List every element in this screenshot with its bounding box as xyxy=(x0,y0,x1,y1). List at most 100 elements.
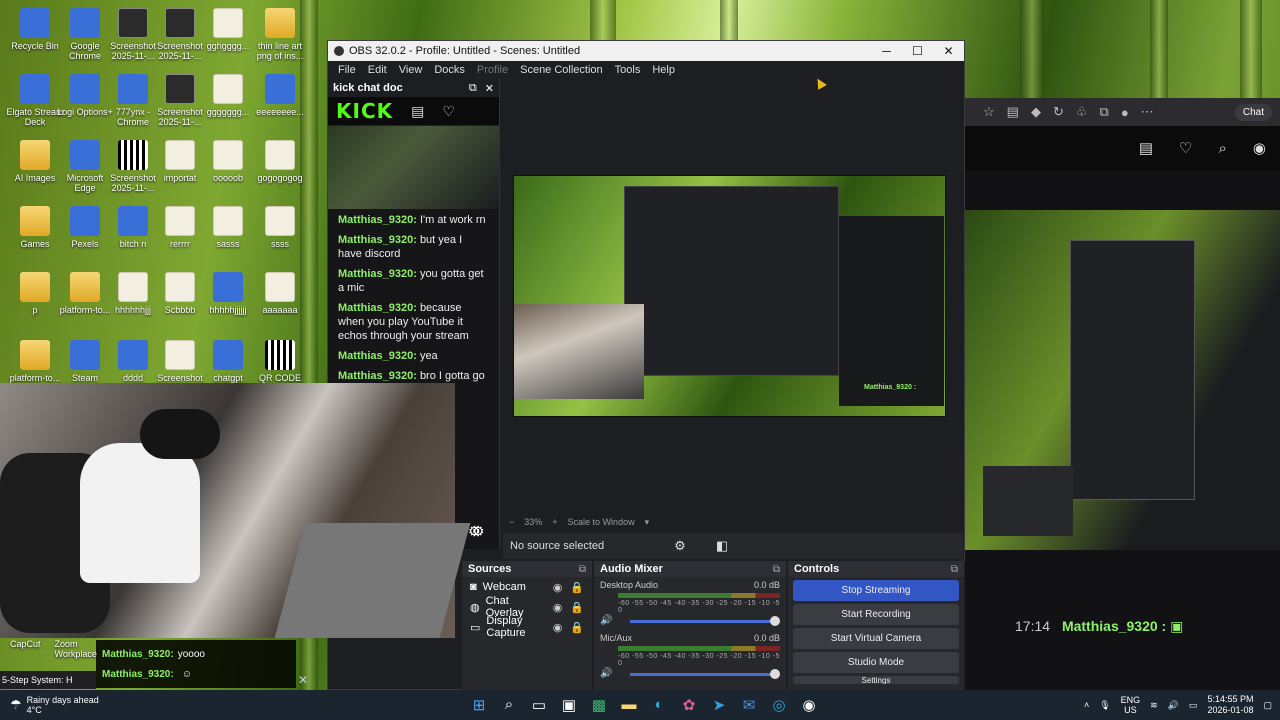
favorites-icon[interactable]: ♧ xyxy=(1076,104,1088,120)
beanie xyxy=(140,409,220,459)
minimize-icon[interactable]: ─ xyxy=(871,44,902,58)
maximize-icon[interactable]: ☐ xyxy=(902,44,933,58)
desktop-icon[interactable]: ooooob xyxy=(198,140,258,183)
obs-titlebar[interactable]: OBS 32.0.2 - Profile: Untitled - Scenes:… xyxy=(328,41,964,61)
copilot-chat-button[interactable]: Chat xyxy=(1234,103,1272,121)
lock-icon[interactable]: 🔒 xyxy=(570,601,584,614)
source-item[interactable]: ▭ Display Capture ◉ 🔒 xyxy=(462,615,592,639)
desktop-icon[interactable]: chatgpt xyxy=(198,340,258,383)
file-explorer-icon[interactable]: ▬ xyxy=(620,696,638,714)
preview-nested-obs xyxy=(624,186,839,376)
battery-icon[interactable]: ▭ xyxy=(1189,700,1198,711)
desktop-icon[interactable]: sasss xyxy=(198,206,258,249)
copilot-icon[interactable]: ✿ xyxy=(680,696,698,714)
desktop-icon[interactable]: gogogogog xyxy=(250,140,310,183)
popout-icon[interactable]: ▤ xyxy=(1139,139,1153,157)
popout-icon[interactable]: ▤ xyxy=(411,103,424,120)
pexels-icon[interactable]: ▩ xyxy=(590,696,608,714)
store-icon[interactable]: ▣ xyxy=(560,696,578,714)
chevron-up-icon[interactable]: ˄ xyxy=(1084,700,1089,710)
profile-avatar[interactable]: ● xyxy=(1121,105,1129,120)
notification-icon[interactable]: ▢ xyxy=(1263,700,1272,711)
volume-slider[interactable] xyxy=(630,669,780,679)
menu-docks[interactable]: Docks xyxy=(434,64,465,76)
scale-bar: − 33% + Scale to Window ▾ xyxy=(503,513,953,531)
collections-icon[interactable]: ⧉ xyxy=(1100,104,1109,120)
wifi-icon[interactable]: ≋ xyxy=(1150,700,1158,711)
heart-icon[interactable]: ♡ xyxy=(442,103,455,120)
undock-icon[interactable]: ⧉ xyxy=(579,564,586,575)
menu-scene-collection[interactable]: Scene Collection xyxy=(520,64,603,76)
scale-mode[interactable]: Scale to Window xyxy=(568,517,635,527)
clock[interactable]: 5:14:55 PM 2026-01-08 xyxy=(1207,694,1253,716)
gear-icon[interactable]: ⚙ xyxy=(674,538,686,554)
zoom-icon[interactable]: Zoom Workplace xyxy=(55,639,97,669)
studio-mode-button[interactable]: Studio Mode xyxy=(793,652,959,673)
menu-tools[interactable]: Tools xyxy=(615,64,641,76)
start-icon[interactable]: ⊞ xyxy=(470,696,488,714)
mic-icon[interactable]: 🎙 xyxy=(1099,700,1110,711)
search-icon[interactable]: ⌕ xyxy=(1219,140,1227,157)
volume-icon[interactable]: 🔊 xyxy=(600,615,612,626)
obs-preview[interactable]: Matthias_9320 : xyxy=(513,175,946,417)
desktop-icon[interactable]: ggggggg... xyxy=(198,74,258,117)
desktop-icon[interactable]: eeeeeeee... xyxy=(250,74,310,117)
browser-tab[interactable]: 5-Step System: H xyxy=(0,671,96,689)
source-item[interactable]: ◙ Webcam ◉ 🔒 xyxy=(462,577,592,597)
more-icon[interactable]: ⋯ xyxy=(1141,104,1154,120)
app-icon xyxy=(118,74,148,104)
source-item[interactable]: ◍ Chat Overlay ◉ 🔒 xyxy=(462,595,592,619)
menu-edit[interactable]: Edit xyxy=(368,64,387,76)
menu-view[interactable]: View xyxy=(399,64,423,76)
zoom-in-button[interactable]: + xyxy=(552,517,557,527)
close-icon[interactable]: ✕ xyxy=(298,673,308,687)
eye-icon[interactable]: ◉ xyxy=(553,621,563,634)
lock-icon[interactable]: 🔒 xyxy=(570,621,584,634)
close-icon[interactable]: ✕ xyxy=(933,44,964,58)
volume-icon[interactable]: 🔊 xyxy=(600,668,612,679)
outlook-icon[interactable]: ✉ xyxy=(740,696,758,714)
volume-icon[interactable]: 🔊 xyxy=(1168,700,1179,711)
task-view-icon[interactable]: ▭ xyxy=(530,696,548,714)
shield-icon[interactable]: ◆ xyxy=(1031,104,1041,120)
desktop-icon[interactable]: thin line art png of ins... xyxy=(250,8,310,61)
desktop-icon[interactable]: hhhhhjjjjjj xyxy=(198,272,258,315)
chevron-down-icon[interactable]: ▾ xyxy=(645,517,650,528)
star-icon[interactable]: ☆ xyxy=(983,104,995,120)
eye-icon[interactable]: ◉ xyxy=(553,601,563,614)
lock-icon[interactable]: 🔒 xyxy=(570,581,584,594)
desktop-icon[interactable]: aaaaaaa xyxy=(250,272,310,315)
capcut-icon[interactable]: CapCut xyxy=(10,639,41,669)
stop-streaming-button[interactable]: Stop Streaming xyxy=(793,580,959,601)
steam-icon[interactable]: ◎ xyxy=(770,696,788,714)
desktop-icon[interactable]: gghgggg... xyxy=(198,8,258,51)
obs-icon[interactable]: ◉ xyxy=(800,696,818,714)
eye-icon[interactable]: ◉ xyxy=(553,581,563,594)
settings-button[interactable]: Settings xyxy=(793,676,959,684)
menu-profile[interactable]: Profile xyxy=(477,64,508,76)
telegram-icon[interactable]: ➤ xyxy=(710,696,728,714)
dock-gear-icon[interactable]: ⚙ xyxy=(472,523,485,540)
edge-icon[interactable]: ◐ xyxy=(650,696,668,714)
dock-close-icon[interactable]: ✕ xyxy=(485,82,494,95)
lang[interactable]: ENG xyxy=(1121,695,1141,705)
weather-widget[interactable]: ☂ Rainy days ahead 4°C xyxy=(0,695,130,715)
undock-icon[interactable]: ⧉ xyxy=(951,564,958,575)
menu-file[interactable]: File xyxy=(338,64,356,76)
start-recording-button[interactable]: Start Recording xyxy=(793,604,959,625)
volume-slider[interactable] xyxy=(630,616,780,626)
desktop-icon[interactable]: ssss xyxy=(250,206,310,249)
float-icon[interactable]: ⧉ xyxy=(469,82,477,95)
filter-icon[interactable]: ◧ xyxy=(716,538,728,554)
menu-help[interactable]: Help xyxy=(652,64,675,76)
desktop-icon[interactable]: QR CODE xyxy=(250,340,310,383)
region[interactable]: US xyxy=(1124,705,1137,715)
undock-icon[interactable]: ⧉ xyxy=(773,564,780,575)
refresh-icon[interactable]: ↻ xyxy=(1053,104,1064,120)
search-icon[interactable]: ⌕ xyxy=(500,696,518,714)
start-virtual-camera-button[interactable]: Start Virtual Camera xyxy=(793,628,959,649)
heart-icon[interactable]: ♡ xyxy=(1179,139,1192,157)
zoom-out-button[interactable]: − xyxy=(509,517,514,527)
reading-list-icon[interactable]: ▤ xyxy=(1007,104,1019,120)
avatar[interactable]: ◉ xyxy=(1253,139,1266,157)
